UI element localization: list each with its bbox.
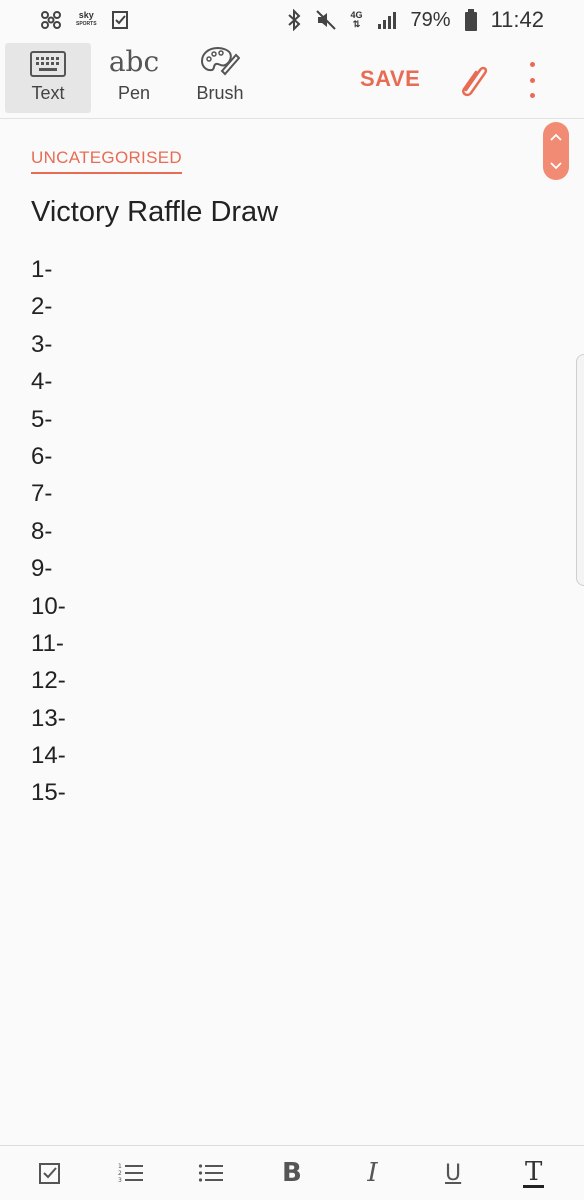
note-line: 2- <box>31 293 53 321</box>
note-line: 14- <box>31 742 66 770</box>
category-selector[interactable]: UNCATEGORISED <box>31 148 182 174</box>
attach-icon[interactable] <box>456 60 490 100</box>
svg-text:1: 1 <box>118 1163 122 1170</box>
clock: 11:42 <box>490 7 544 32</box>
task-check-icon <box>111 11 128 29</box>
mode-text-label: Text <box>31 83 65 103</box>
note-line: 9- <box>31 555 53 583</box>
numbered-list-button[interactable]: 123 <box>111 1153 151 1193</box>
underline-icon[interactable]: U <box>433 1153 473 1193</box>
note-line: 12- <box>31 667 66 695</box>
network-share-icon <box>41 11 61 29</box>
note-line: 13- <box>31 704 66 732</box>
bulleted-list-icon <box>199 1164 224 1182</box>
mode-pen-label: Pen <box>117 83 151 103</box>
note-body[interactable]: 1- 2- 3- 4- 5- 6- 7- 8- 9- 10- 11- 12- 13- 14- 15- <box>31 251 66 812</box>
more-options-icon[interactable] <box>520 62 544 98</box>
mode-brush[interactable]: Brush <box>177 43 263 113</box>
chevron-up-icon <box>550 133 562 141</box>
note-title[interactable]: Victory Raffle Draw <box>31 196 278 229</box>
note-line: 15- <box>31 779 66 807</box>
sky-sports-icon: sky SPORTS <box>76 10 97 28</box>
status-right: 4G ⇅ 79% 11:42 <box>287 7 544 33</box>
svg-text:2: 2 <box>118 1170 122 1177</box>
note-line: 1- <box>31 256 53 283</box>
italic-icon[interactable]: I <box>353 1153 393 1193</box>
text-style-button[interactable]: T <box>514 1153 554 1193</box>
chevron-down-icon <box>550 161 562 169</box>
edge-panel-handle[interactable] <box>576 354 584 586</box>
editor-toolbar: Text abc Pen Brush SAVE <box>0 40 584 119</box>
checkbox-icon <box>39 1163 61 1184</box>
note-line: 10- <box>31 592 66 620</box>
status-left: sky SPORTS <box>40 10 129 30</box>
mode-brush-label: Brush <box>196 83 244 103</box>
note-line: 11- <box>31 629 64 657</box>
text-style-icon: T <box>522 1156 545 1188</box>
note-line: 7- <box>31 480 53 508</box>
network-type: 4G ⇅ <box>350 10 363 29</box>
note-line: 4- <box>31 368 53 396</box>
mode-pen[interactable]: abc Pen <box>91 43 177 113</box>
battery-percent: 79% <box>410 8 451 31</box>
signal-icon <box>377 12 396 29</box>
note-line: 5- <box>31 405 53 433</box>
palette-icon <box>200 43 240 77</box>
status-bar: sky SPORTS 4G ⇅ 79% 11:42 <box>0 0 584 40</box>
checkbox-button[interactable] <box>30 1153 70 1193</box>
save-button[interactable]: SAVE <box>360 66 420 92</box>
mode-text[interactable]: Text <box>5 43 91 113</box>
format-bar: 123 B I U T <box>0 1145 584 1200</box>
note-line: 8- <box>31 517 53 545</box>
bold-icon[interactable]: B <box>272 1153 312 1193</box>
scroll-nav-button[interactable] <box>543 122 569 180</box>
note-line: 3- <box>31 330 53 358</box>
numbered-list-icon: 123 <box>118 1163 143 1184</box>
bluetooth-icon <box>287 9 300 31</box>
mute-icon <box>315 10 336 30</box>
svg-text:3: 3 <box>118 1177 122 1184</box>
note-line: 6- <box>31 442 53 470</box>
bulleted-list-button[interactable] <box>191 1153 231 1193</box>
pen-abc-icon: abc <box>108 45 160 78</box>
battery-icon <box>464 9 477 31</box>
keyboard-icon <box>30 43 66 77</box>
